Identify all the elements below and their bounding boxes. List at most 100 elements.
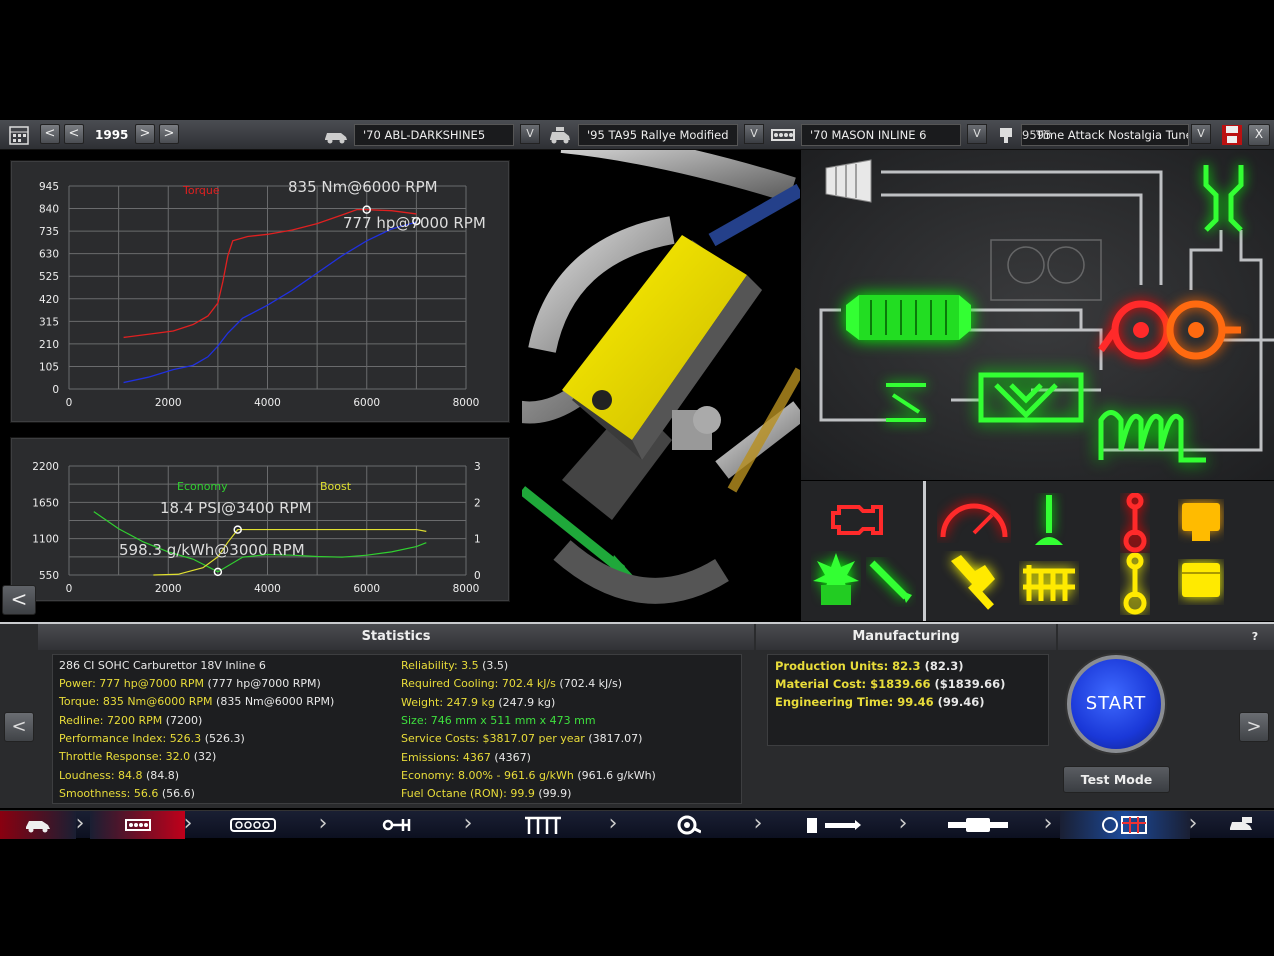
- x-tick-label: 2000: [155, 397, 182, 409]
- engine-family-dropdown-button[interactable]: V: [967, 124, 987, 144]
- calendar-icon[interactable]: [6, 124, 32, 146]
- y-left-tick-label: 2200: [32, 461, 59, 473]
- variant-dropdown-button[interactable]: V: [1191, 124, 1211, 144]
- piston-orange-icon[interactable]: [1177, 499, 1225, 554]
- stat-value-paren: (7200): [165, 713, 203, 727]
- stat-row: Service Costs: $3817.07 per year (3817.0…: [401, 732, 642, 746]
- exhaust-icon[interactable]: [930, 811, 1025, 839]
- conrod-yellow-icon[interactable]: [1111, 552, 1159, 624]
- valve-green-icon[interactable]: [1025, 493, 1073, 558]
- head-icon[interactable]: [205, 811, 300, 839]
- mfg-engineering-time: Engineering Time: 99.46 (99.46): [775, 695, 985, 709]
- variant-select-label: Time Attack Nostalgia Tuned: [1036, 128, 1189, 142]
- engine-family-select[interactable]: '70 MASON INLINE 6: [801, 124, 961, 146]
- statistics-title: Statistics: [38, 624, 754, 650]
- stat-value-paren: (4367): [494, 750, 531, 764]
- mfg-production-units: Production Units: 82.3 (82.3): [775, 659, 963, 673]
- piston-icon: [994, 124, 1018, 146]
- save-icon[interactable]: [1221, 124, 1243, 146]
- intake-exhaust-schematic: [801, 150, 1274, 480]
- stat-label: Emissions: 4367: [401, 750, 491, 764]
- stat-value-paren: (84.8): [146, 768, 180, 782]
- year-next-far-button[interactable]: >: [159, 124, 179, 144]
- y-tick-label: 105: [39, 361, 59, 373]
- y-right-tick-label: 1: [474, 534, 481, 546]
- manufacturing-title: Manufacturing: [756, 624, 1056, 650]
- power-torque-chart: 0 105 210 315 420 525 630 735 840 945 0 2000 4000 600…: [10, 160, 510, 423]
- turbo-icon[interactable]: [640, 811, 735, 839]
- stat-row: Fuel Octane (RON): 99.9 (99.9): [401, 787, 571, 801]
- close-button[interactable]: X: [1248, 124, 1270, 146]
- stat-label: Economy: 8.00% - 961.6 g/kWh: [401, 768, 574, 782]
- exhaust-manifold-icon: [1098, 410, 1206, 463]
- stat-row: Weight: 247.9 kg (247.9 kg): [401, 696, 555, 710]
- statistics-box: 286 CI SOHC Carburettor 18V Inline 6 Pow…: [52, 654, 742, 804]
- stat-row: Required Cooling: 702.4 kJ/s (702.4 kJ/s…: [401, 677, 622, 691]
- transfer-icon[interactable]: [1210, 811, 1274, 839]
- trim-icon: [547, 124, 573, 146]
- body-select[interactable]: '70 ABL-DARKSHINE5: [354, 124, 514, 146]
- body-dropdown-button[interactable]: V: [520, 124, 540, 144]
- stat-row: Smoothness: 56.6 (56.6): [59, 787, 195, 801]
- stat-label: Service Costs: $3817.07 per year: [401, 732, 585, 746]
- prev-page-button[interactable]: <: [4, 712, 34, 742]
- y-tick-label: 840: [39, 204, 59, 216]
- conrod-red-icon[interactable]: [1111, 492, 1159, 562]
- power-torque-plot: 0 105 210 315 420 525 630 735 840 945 0 2000 4000 600…: [39, 181, 479, 409]
- help-button[interactable]: ?: [1238, 626, 1272, 648]
- engine-warning-icon[interactable]: [829, 499, 883, 548]
- start-button[interactable]: START: [1067, 655, 1165, 753]
- exhaust-tip-icon: [1203, 165, 1244, 232]
- rpm-gauge-icon[interactable]: [937, 493, 1008, 552]
- y-tick-label: 945: [39, 181, 59, 193]
- engine-3d-view[interactable]: [522, 150, 800, 620]
- variant-select[interactable]: 9595 Time Attack Nostalgia Tuned: [1021, 124, 1189, 146]
- valvetrain-icon[interactable]: [1019, 561, 1075, 614]
- stat-value-paren: (526.3): [204, 731, 245, 745]
- y-tick-label: 525: [39, 271, 59, 283]
- engine-description: 286 CI SOHC Carburettor 18V Inline 6: [59, 659, 266, 672]
- stat-value-paren: (99.9): [538, 787, 572, 801]
- x-tick-label: 6000: [353, 583, 380, 595]
- engine-family-icon: [770, 124, 796, 146]
- manufacturing-box: Production Units: 82.3 (82.3) Material C…: [767, 654, 1049, 746]
- car-icon[interactable]: [0, 811, 76, 839]
- trim-select[interactable]: '95 TA95 Rallye Modified: [578, 124, 738, 146]
- turbo-right-icon: [1166, 300, 1241, 360]
- nav-chevron: ›: [608, 811, 618, 836]
- intake-icon[interactable]: [495, 811, 590, 839]
- stat-value-paren: (961.6 g/kWh): [577, 768, 656, 782]
- stat-label: Size: 746 mm x 511 mm x 473 mm: [401, 713, 596, 727]
- nav-chevron: ›: [463, 811, 473, 836]
- tuning-wrench-icon[interactable]: [941, 551, 995, 620]
- stat-row: Economy: 8.00% - 961.6 g/kWh (961.6 g/kW…: [401, 769, 656, 783]
- boost-peak-annotation: 18.4 PSI@3400 RPM: [160, 499, 312, 517]
- fuel-icon[interactable]: [785, 811, 880, 839]
- next-page-button[interactable]: >: [1239, 712, 1269, 742]
- stat-row: Redline: 7200 RPM (7200): [59, 714, 202, 728]
- mfg-material-cost: Material Cost: $1839.66 ($1839.66): [775, 677, 1005, 691]
- stat-value-paren: (702.4 kJ/s): [559, 677, 623, 691]
- test-mode-button[interactable]: Test Mode: [1063, 766, 1170, 793]
- nav-chevron: ›: [898, 811, 908, 836]
- spark-plug-icon[interactable]: [866, 557, 914, 616]
- dyno-icon[interactable]: [1060, 811, 1190, 839]
- stat-row: Performance Index: 526.3 (526.3): [59, 732, 245, 746]
- stat-label: Fuel Octane (RON): 99.9: [401, 787, 535, 801]
- stat-row: Size: 746 mm x 511 mm x 473 mm: [401, 714, 596, 728]
- trim-dropdown-button[interactable]: V: [744, 124, 764, 144]
- year-prev-far-button[interactable]: <: [40, 124, 60, 144]
- y-tick-label: 630: [39, 249, 59, 261]
- intake-manifold-icon: [978, 372, 1084, 423]
- overheat-icon[interactable]: [811, 551, 859, 616]
- year-prev-button[interactable]: <: [64, 124, 84, 144]
- engine-block-icon[interactable]: [90, 811, 185, 839]
- y-right-tick-label: 0: [474, 570, 481, 582]
- stat-row: Reliability: 3.5 (3.5): [401, 659, 508, 673]
- chart-back-button[interactable]: <: [2, 585, 36, 615]
- piston-yellow-icon[interactable]: [1177, 559, 1225, 614]
- stat-label: Smoothness: 56.6: [59, 786, 159, 800]
- top-toolbar: < < 1995 > > '70 ABL-DARKSHINE5 V '95 TA…: [0, 120, 1274, 150]
- crank-icon[interactable]: [350, 811, 445, 839]
- year-next-button[interactable]: >: [135, 124, 155, 144]
